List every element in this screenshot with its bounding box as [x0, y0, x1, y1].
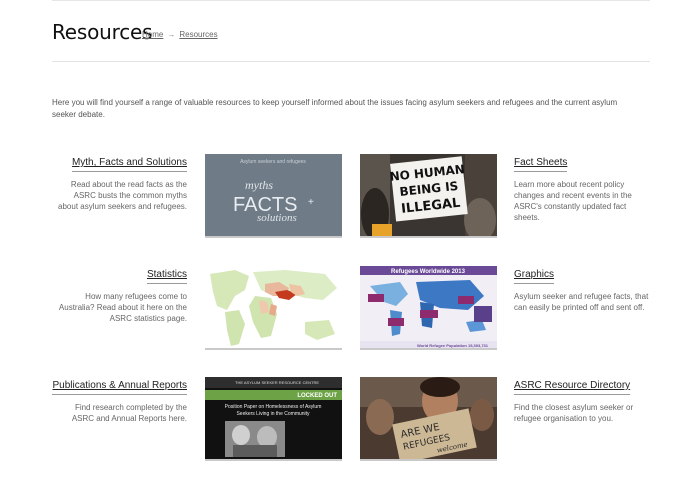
resource-statistics: Statistics How many refugees come to Aus…	[52, 264, 187, 324]
resource-graphics-description: Asylum seeker and refugee facts, that ca…	[514, 292, 649, 312]
resource-graphics-title[interactable]: Graphics	[514, 269, 555, 284]
breadcrumb-home-link[interactable]: Home	[142, 30, 163, 39]
breadcrumb-separator: →	[167, 30, 176, 39]
statistics-thumbnail[interactable]	[205, 266, 342, 350]
resource-myths-title[interactable]: Myth, Facts and Solutions	[71, 157, 187, 172]
protest-sign-image: NO HUMAN BEING IS ILLEGAL	[360, 154, 497, 236]
world-map-image	[205, 266, 342, 348]
top-divider	[52, 0, 650, 3]
breadcrumb: Home → Resources	[142, 30, 218, 39]
resource-directory-title[interactable]: ASRC Resource Directory	[514, 380, 631, 395]
myths-facts-image: Asylum seekers and refugees myths FACTS …	[205, 154, 342, 236]
resource-graphics: Graphics Asylum seeker and refugee facts…	[514, 264, 649, 313]
publications-image-line1: Position Paper on Homelessness of Asylum	[225, 404, 322, 410]
publications-thumbnail[interactable]: THE ASYLUM SEEKER RESOURCE CENTRE LOCKED…	[205, 377, 342, 461]
resource-directory-description: Find the closest asylum seeker or refuge…	[514, 403, 634, 423]
graphics-image-header: Refugees Worldwide 2013	[391, 269, 466, 275]
graphics-image-footer: World Refugee Population 15,393,731	[417, 343, 489, 348]
resource-myths-description: Read about the read facts as the ASRC bu…	[58, 180, 187, 211]
directory-thumbnail[interactable]: ARE WE REFUGEES welcome	[360, 377, 497, 461]
resource-publications-description: Find research completed by the ASRC and …	[71, 403, 187, 423]
resource-fact-sheets: Fact Sheets Learn more about recent poli…	[514, 152, 649, 223]
fact-sheets-thumbnail[interactable]: NO HUMAN BEING IS ILLEGAL	[360, 154, 497, 238]
resource-statistics-description: How many refugees come to Australia? Rea…	[58, 292, 187, 323]
refugee-infographic-image: Refugees Worldwide 2013 World Refugee Po…	[360, 266, 497, 348]
intro-text: Here you will find yourself a range of v…	[52, 98, 618, 119]
myths-image-line3: solutions	[257, 212, 297, 224]
myths-image-plus: +	[308, 197, 314, 208]
publications-image-line2: Seekers Living in the Community	[236, 411, 310, 417]
resource-myths: Myth, Facts and Solutions Read about the…	[52, 152, 187, 212]
refugees-welcome-image: ARE WE REFUGEES welcome	[360, 377, 497, 459]
resource-publications: Publications & Annual Reports Find resea…	[52, 375, 187, 424]
page-header: Resources Home → Resources	[52, 20, 650, 62]
resource-fact-sheets-title[interactable]: Fact Sheets	[514, 157, 568, 172]
resource-fact-sheets-description: Learn more about recent policy changes a…	[514, 180, 632, 222]
graphics-thumbnail[interactable]: Refugees Worldwide 2013 World Refugee Po…	[360, 266, 497, 350]
publications-image-banner: LOCKED OUT	[297, 393, 337, 399]
publications-image-org: THE ASYLUM SEEKER RESOURCE CENTRE	[235, 380, 319, 385]
page-title: Resources	[52, 20, 153, 44]
myths-image-top-text: Asylum seekers and refugees	[240, 159, 306, 165]
resource-publications-title[interactable]: Publications & Annual Reports	[52, 380, 187, 395]
locked-out-report-image: THE ASYLUM SEEKER RESOURCE CENTRE LOCKED…	[205, 377, 342, 459]
myths-facts-thumbnail[interactable]: Asylum seekers and refugees myths FACTS …	[205, 154, 342, 238]
resource-directory: ASRC Resource Directory Find the closest…	[514, 375, 649, 424]
resource-statistics-title[interactable]: Statistics	[146, 269, 187, 284]
myths-image-line1: myths	[245, 178, 273, 192]
breadcrumb-current-link[interactable]: Resources	[179, 30, 217, 39]
